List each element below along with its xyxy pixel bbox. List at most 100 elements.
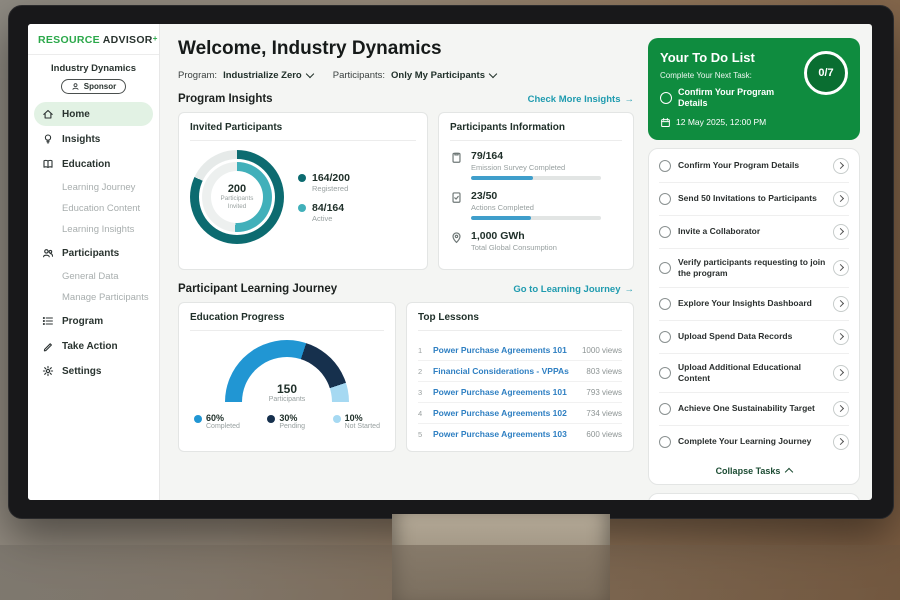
chevron-right-icon[interactable] [833, 401, 849, 417]
sidebar-item-program[interactable]: Program [34, 309, 153, 333]
invited-participants-card: Invited Participants 200 Participants In… [178, 112, 428, 270]
insights-cards-row: Invited Participants 200 Participants In… [178, 112, 634, 270]
todo-task-list: Confirm Your Program Details Send 50 Inv… [648, 148, 860, 485]
chevron-down-icon [305, 70, 313, 78]
chevron-right-icon[interactable] [833, 329, 849, 345]
task-label: Explore Your Insights Dashboard [678, 298, 826, 309]
sidebar-item-settings[interactable]: Settings [34, 359, 153, 383]
legend-label: Not Started [345, 423, 380, 430]
monitor-stand [392, 514, 610, 600]
task-row-upload-educational-content[interactable]: Upload Additional Educational Content [659, 354, 849, 393]
lesson-views: 793 views [586, 388, 622, 397]
lesson-link[interactable]: Financial Considerations - VPPAs [433, 366, 579, 376]
sidebar-item-manage-participants[interactable]: Manage Participants [28, 287, 159, 308]
legend-dot [194, 415, 202, 423]
chevron-right-icon[interactable] [833, 191, 849, 207]
education-legend: 60% Completed 30% Pending 10% Not Starte… [190, 413, 384, 430]
lesson-row[interactable]: 1 Power Purchase Agreements 101 1000 vie… [418, 340, 622, 361]
todo-panel: Your To Do List Complete Your Next Task:… [648, 24, 872, 500]
task-checkbox[interactable] [659, 298, 671, 310]
task-checkbox[interactable] [659, 436, 671, 448]
lesson-link[interactable]: Power Purchase Agreements 101 [433, 387, 579, 397]
go-to-learning-journey-link[interactable]: Go to Learning Journey → [513, 284, 634, 295]
checkbox-circle-icon[interactable] [660, 92, 672, 104]
legend-label: Active [312, 214, 344, 223]
chevron-right-icon[interactable] [833, 296, 849, 312]
sidebar-subitem-label: Manage Participants [62, 292, 149, 303]
legend-item: 30% Pending [267, 413, 305, 430]
sidebar-item-learning-insights[interactable]: Learning Insights [28, 219, 159, 240]
task-row-explore-insights[interactable]: Explore Your Insights Dashboard [659, 288, 849, 321]
lesson-index: 2 [418, 367, 426, 376]
check-more-insights-link[interactable]: Check More Insights → [528, 94, 634, 105]
invited-donut-chart: 200 Participants Invited [190, 150, 284, 244]
lesson-row[interactable]: 2 Financial Considerations - VPPAs 803 v… [418, 361, 622, 382]
gear-icon [42, 365, 54, 377]
sidebar-item-education-content[interactable]: Education Content [28, 198, 159, 219]
task-label: Confirm Your Program Details [678, 160, 826, 171]
sidebar-item-general-data[interactable]: General Data [28, 266, 159, 287]
task-row-upload-spend-data[interactable]: Upload Spend Data Records [659, 321, 849, 354]
lesson-row[interactable]: 4 Power Purchase Agreements 102 734 view… [418, 403, 622, 424]
program-select[interactable]: Industrialize Zero [223, 70, 313, 81]
task-checkbox[interactable] [659, 262, 671, 274]
task-row-verify-participants[interactable]: Verify participants requesting to join t… [659, 249, 849, 288]
sidebar-item-take-action[interactable]: Take Action [34, 334, 153, 358]
sidebar-item-participants[interactable]: Participants [34, 241, 153, 265]
sidebar-subitem-label: Learning Insights [62, 224, 134, 235]
participants-select-value: Only My Participants [391, 70, 485, 81]
participants-information-card: Participants Information 79/164 Emission… [438, 112, 634, 270]
bulb-icon [42, 133, 54, 145]
task-row-confirm-program[interactable]: Confirm Your Program Details [659, 150, 849, 183]
task-row-achieve-sustainability-target[interactable]: Achieve One Sustainability Target [659, 393, 849, 426]
sponsor-badge[interactable]: Sponsor [61, 79, 126, 94]
todo-due-date: 12 May 2025, 12:00 PM [660, 117, 848, 128]
task-checkbox[interactable] [659, 193, 671, 205]
legend-value: 164/200 [312, 172, 350, 184]
sidebar-item-home[interactable]: Home [34, 102, 153, 126]
sidebar-item-education[interactable]: Education [34, 152, 153, 176]
sidebar-subitem-label: General Data [62, 271, 119, 282]
progress-fill [471, 176, 533, 180]
list-icon [42, 315, 54, 327]
lesson-row[interactable]: 3 Power Purchase Agreements 101 793 view… [418, 382, 622, 403]
sidebar-item-label: Settings [62, 366, 101, 377]
sidebar-item-learning-journey[interactable]: Learning Journey [28, 177, 159, 198]
chevron-right-icon[interactable] [833, 224, 849, 240]
collapse-tasks-button[interactable]: Collapse Tasks [659, 458, 849, 484]
task-label: Upload Spend Data Records [678, 331, 826, 342]
lesson-index: 5 [418, 430, 426, 439]
task-row-send-invitations[interactable]: Send 50 Invitations to Participants [659, 183, 849, 216]
gauge-center: 150 Participants [225, 382, 349, 403]
task-checkbox[interactable] [659, 226, 671, 238]
learning-journey-header: Participant Learning Journey Go to Learn… [178, 283, 634, 295]
info-row: 23/50 Actions Completed [450, 190, 622, 220]
logo-secondary: ADVISOR [103, 34, 153, 46]
chevron-right-icon[interactable] [833, 434, 849, 450]
lesson-link[interactable]: Power Purchase Agreements 101 [433, 345, 575, 355]
legend-value: 60% [206, 413, 240, 423]
task-row-invite-collaborator[interactable]: Invite a Collaborator [659, 216, 849, 249]
sidebar-item-insights[interactable]: Insights [34, 127, 153, 151]
participants-select[interactable]: Only My Participants [391, 70, 496, 81]
task-checkbox[interactable] [659, 331, 671, 343]
filter-bar: Program: Industrialize Zero Participants… [178, 70, 634, 81]
task-row-complete-learning-journey[interactable]: Complete Your Learning Journey [659, 426, 849, 458]
sidebar-item-label: Take Action [62, 341, 118, 352]
lesson-link[interactable]: Power Purchase Agreements 103 [433, 429, 579, 439]
task-checkbox[interactable] [659, 160, 671, 172]
chevron-right-icon[interactable] [833, 158, 849, 174]
gauge-label: Participants [225, 396, 349, 403]
home-icon [42, 108, 54, 120]
legend-dot [333, 415, 341, 423]
lesson-row[interactable]: 5 Power Purchase Agreements 103 600 view… [418, 424, 622, 444]
person-icon [71, 82, 80, 91]
chevron-right-icon[interactable] [833, 260, 849, 276]
task-checkbox[interactable] [659, 367, 671, 379]
task-checkbox[interactable] [659, 403, 671, 415]
legend-value: 84/164 [312, 202, 344, 214]
collapse-tasks-label: Collapse Tasks [716, 466, 781, 476]
lesson-link[interactable]: Power Purchase Agreements 102 [433, 408, 579, 418]
invited-legend: 164/200 Registered 84/164 Active [298, 163, 350, 232]
chevron-right-icon[interactable] [833, 365, 849, 381]
